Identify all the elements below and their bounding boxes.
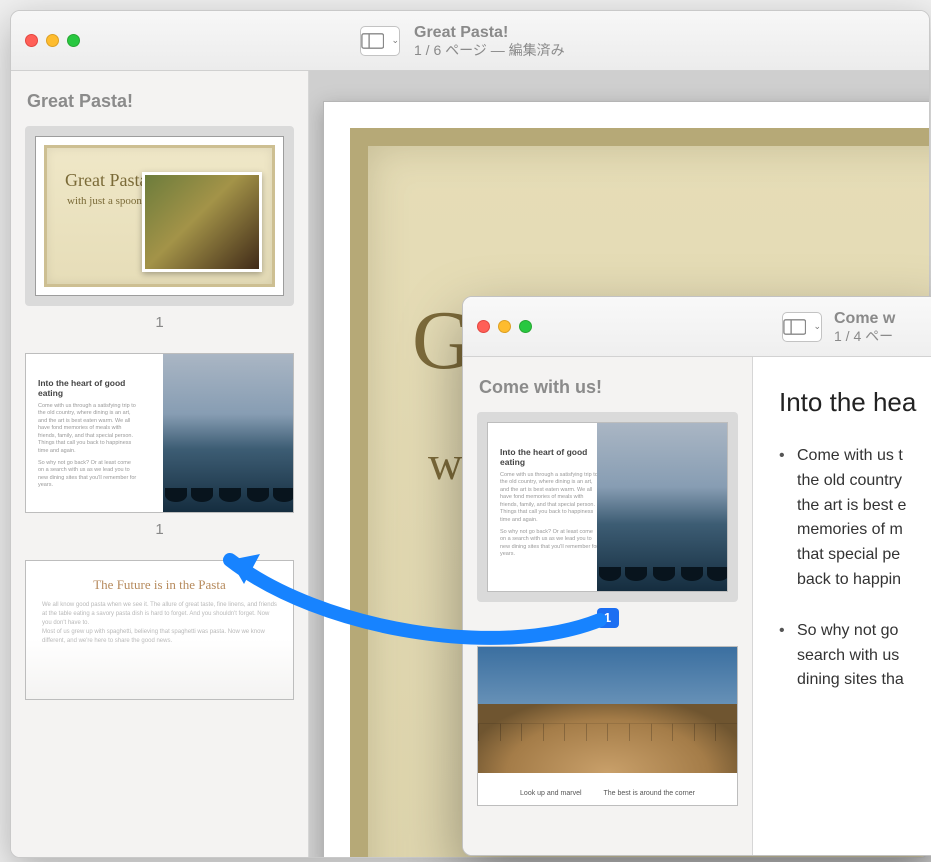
sidebar-toggle-button[interactable]: ⌄: [360, 26, 400, 56]
minimize-icon[interactable]: [46, 34, 59, 47]
back-sidebar: Great Pasta! Great Pasta with just a spo…: [11, 71, 309, 857]
thumbnail-content: Great Pasta with just a spoonful of love: [35, 136, 284, 296]
page-thumbnail-selected[interactable]: Into the heart of good eating Come with …: [477, 412, 738, 602]
sidebar-icon: [361, 32, 384, 50]
chevron-down-icon: ⌄: [813, 321, 821, 332]
close-icon[interactable]: [477, 320, 490, 333]
front-window: ⌄ Come w 1 / 4 ペー Come with us! Into the…: [462, 296, 931, 856]
thumbnail-content: Into the heart of good eating Come with …: [25, 353, 294, 513]
document-subtitle: 1 / 6 ページ — 編集済み: [414, 42, 565, 59]
zoom-icon[interactable]: [519, 320, 532, 333]
back-window-title-block: Great Pasta! 1 / 6 ページ — 編集済み: [414, 23, 565, 59]
sidebar-icon: [783, 318, 806, 336]
sidebar-section-title: Great Pasta!: [27, 91, 292, 112]
thumbnail-content: Into the heart of good eating Come with …: [487, 422, 728, 592]
document-title: Come w: [834, 309, 895, 328]
article-body: Come with us t the old country the art i…: [779, 444, 931, 693]
sidebar-section-title: Come with us!: [479, 377, 736, 398]
gondola-photo: [163, 354, 293, 512]
article-heading: Into the hea: [779, 387, 931, 418]
front-canvas[interactable]: Into the hea Come with us t the old coun…: [753, 357, 931, 855]
front-sidebar: Come with us! Into the heart of good eat…: [463, 357, 753, 855]
document-subtitle: 1 / 4 ペー: [834, 328, 895, 345]
back-titlebar: ⌄ Great Pasta! 1 / 6 ページ — 編集済み: [11, 11, 929, 71]
pasta-photo: [142, 172, 262, 272]
zoom-icon[interactable]: [67, 34, 80, 47]
front-titlebar: ⌄ Come w 1 / 4 ペー: [463, 297, 931, 357]
traffic-lights-front: [477, 320, 532, 333]
page-number-label: 1: [25, 314, 294, 331]
caption-text: The best is around the corner: [604, 790, 695, 797]
page-thumbnail[interactable]: The Future is in the Pasta We all know g…: [25, 560, 294, 700]
sidebar-toggle-button[interactable]: ⌄: [782, 312, 822, 342]
bullet-point: Come with us t the old country the art i…: [779, 444, 931, 593]
thumbnail-content: The Future is in the Pasta We all know g…: [25, 560, 294, 700]
selected-page-number: 1: [597, 608, 619, 628]
chevron-down-icon: ⌄: [391, 35, 399, 46]
thumb-heading: Into the heart of good eating: [500, 447, 600, 467]
thumbnail-content: Look up and marvel The best is around th…: [477, 646, 738, 806]
thumb-heading: The Future is in the Pasta: [42, 577, 277, 593]
page-number-label: 1: [25, 521, 294, 538]
caption-text: Look up and marvel: [520, 790, 581, 797]
thumb-heading: Into the heart of good eating: [38, 378, 138, 398]
thumb-body-text: So why not go back? Or at least come on …: [500, 529, 600, 559]
page-thumbnail[interactable]: Into the heart of good eating Come with …: [25, 353, 294, 513]
document-title: Great Pasta!: [414, 23, 565, 42]
thumb-body-text: We all know good pasta when we see it. T…: [42, 601, 277, 628]
front-window-title-block: Come w 1 / 4 ペー: [834, 309, 895, 345]
page-thumbnail[interactable]: Great Pasta with just a spoonful of love: [25, 126, 294, 306]
thumb-body-text: So why not go back? Or at least come on …: [38, 460, 138, 490]
minimize-icon[interactable]: [498, 320, 511, 333]
close-icon[interactable]: [25, 34, 38, 47]
thumb-body-text: Come with us through a satisfying trip t…: [38, 403, 138, 455]
bullet-point: So why not go search with us dining site…: [779, 619, 931, 693]
thumb-body-text: Come with us through a satisfying trip t…: [500, 472, 600, 524]
gondola-photo: [597, 423, 727, 591]
page-thumbnail[interactable]: Look up and marvel The best is around th…: [477, 646, 738, 806]
traffic-lights-back: [25, 34, 80, 47]
thumb-body-text: Most of us grew up with spaghetti, belie…: [42, 628, 277, 646]
